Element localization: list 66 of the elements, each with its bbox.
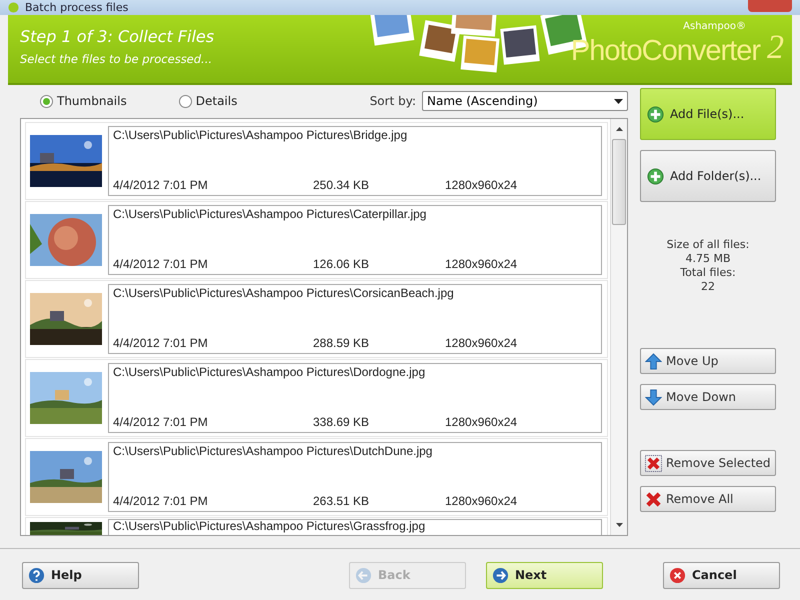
up-arrow-icon <box>645 352 662 370</box>
image-dimensions: 1280x960x24 <box>445 494 518 508</box>
footer-button[interactable]: Help <box>22 562 139 588</box>
sort-label: Sort by: <box>370 94 416 108</box>
footer-button[interactable]: Cancel <box>663 562 780 588</box>
plus-icon <box>647 168 664 184</box>
app-icon <box>8 2 19 13</box>
summary-text: Total files: <box>680 266 736 280</box>
step-title: Step 1 of 3: Collect Files <box>20 27 216 46</box>
file-size: 288.59 KB <box>313 336 370 350</box>
next-icon <box>492 566 509 584</box>
window-title: Batch process files <box>25 1 128 14</box>
down-arrow-icon <box>645 388 662 406</box>
remove-icon <box>645 454 662 472</box>
image-dimensions: 1280x960x24 <box>445 178 518 192</box>
file-path: C:\Users\Public\Pictures\Ashampoo Pictures\CorsicanBeach.jpg <box>113 286 455 300</box>
file-path: C:\Users\Public\Pictures\Ashampoo Pictures\Dordogne.jpg <box>113 365 426 379</box>
scroll-down-icon[interactable] <box>616 523 622 527</box>
file-date: 4/4/2012 7:01 PM <box>113 257 209 271</box>
scroll-up-icon[interactable] <box>616 127 622 131</box>
image-dimensions: 1280x960x24 <box>445 415 518 429</box>
remove-icon <box>645 490 662 508</box>
move-button[interactable]: Move Down <box>640 384 776 410</box>
file-path: C:\Users\Public\Pictures\Ashampoo Pictures\Grassfrog.jpg <box>113 520 426 533</box>
sort-dropdown[interactable]: Name (Ascending) <box>422 91 628 111</box>
step-subtitle: Select the files to be processed... <box>20 52 214 66</box>
file-item[interactable]: C:\Users\Public\Pictures\Ashampoo Pictures\Dordogne.jpg 4/4/2012 7:01 PM 338.69 KB 1280x960x24 <box>25 359 608 437</box>
file-path: C:\Users\Public\Pictures\Ashampoo Pictures\DutchDune.jpg <box>113 444 434 458</box>
file-size: 126.06 KB <box>313 257 370 271</box>
summary-text: Size of all files: <box>666 238 750 252</box>
scrollbar-thumb[interactable] <box>612 139 626 225</box>
file-size: 250.34 KB <box>313 178 370 192</box>
file-size: 263.51 KB <box>313 494 370 508</box>
file-date: 4/4/2012 7:01 PM <box>113 178 209 192</box>
scrollbar[interactable] <box>610 119 627 535</box>
product-name: PhotoConverter <box>570 35 760 68</box>
back-icon <box>355 566 372 584</box>
file-item[interactable]: C:\Users\Public\Pictures\Ashampoo Pictures\DutchDune.jpg 4/4/2012 7:01 PM 263.51 KB 1280x960x24 <box>25 438 608 516</box>
cancel-icon <box>669 566 686 584</box>
remove-button[interactable]: Remove Selected <box>640 450 776 476</box>
summary-text: 22 <box>701 280 715 294</box>
footer-button[interactable]: Next <box>486 562 603 588</box>
file-path: C:\Users\Public\Pictures\Ashampoo Pictures\Bridge.jpg <box>113 128 408 142</box>
brand-name: Ashampoo® <box>683 21 746 32</box>
file-path: C:\Users\Public\Pictures\Ashampoo Pictures\Caterpillar.jpg <box>113 207 428 221</box>
add-button[interactable]: Add Folder(s)... <box>640 150 776 202</box>
file-item[interactable]: C:\Users\Public\Pictures\Ashampoo Pictures\Caterpillar.jpg 4/4/2012 7:01 PM 126.06 KB 1280x960x24 <box>25 201 608 279</box>
file-item[interactable]: C:\Users\Public\Pictures\Ashampoo Pictures\CorsicanBeach.jpg 4/4/2012 7:01 PM 288.59 KB 1280x960x24 <box>25 280 608 358</box>
move-button[interactable]: Move Up <box>640 348 776 374</box>
file-item[interactable]: C:\Users\Public\Pictures\Ashampoo Pictures\Grassfrog.jpg <box>25 517 608 535</box>
version-number: 2 <box>767 29 784 67</box>
help-icon <box>28 566 45 584</box>
summary-text: 4.75 MB <box>685 252 731 266</box>
file-date: 4/4/2012 7:01 PM <box>113 494 209 508</box>
add-button[interactable]: Add File(s)... <box>640 88 776 140</box>
caret-icon <box>614 98 623 104</box>
plus-icon <box>647 106 664 122</box>
view-radio[interactable]: Details <box>176 94 240 108</box>
view-radio[interactable]: Thumbnails <box>38 94 129 108</box>
remove-button[interactable]: Remove All <box>640 486 776 512</box>
file-date: 4/4/2012 7:01 PM <box>113 415 209 429</box>
file-size: 338.69 KB <box>313 415 370 429</box>
file-item[interactable]: C:\Users\Public\Pictures\Ashampoo Pictures\Bridge.jpg 4/4/2012 7:01 PM 250.34 KB 1280x960x24 <box>25 122 608 200</box>
image-dimensions: 1280x960x24 <box>445 336 518 350</box>
image-dimensions: 1280x960x24 <box>445 257 518 271</box>
file-date: 4/4/2012 7:01 PM <box>113 336 209 350</box>
